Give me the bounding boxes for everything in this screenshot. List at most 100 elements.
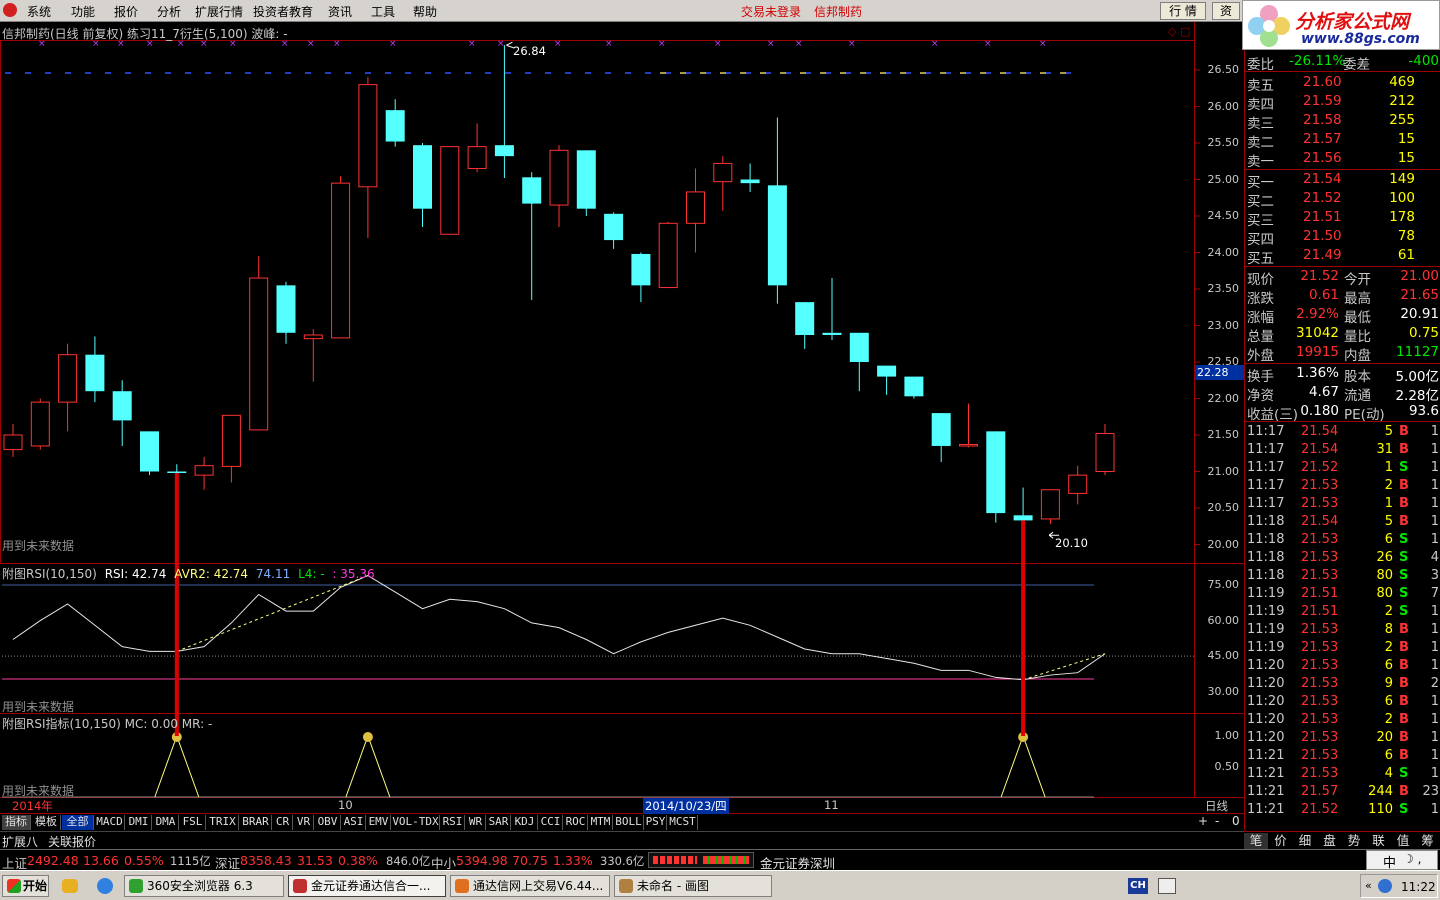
chart-area[interactable]: × × × × × × × × × × × × × × × × × × × × × × × 信邦制药(日线 前复权) 练习1… <box>0 22 1244 814</box>
login-status[interactable]: 交易未登录 <box>741 3 801 20</box>
quote-tab-1[interactable]: 价 <box>1269 833 1293 849</box>
indicator-tab-cr[interactable]: CR <box>273 815 293 830</box>
chart-canvas[interactable]: × × × × × × × × × × × × × × × × × × × × × × × <box>0 22 1244 814</box>
tick-price: 21.51 <box>1301 586 1339 601</box>
candle-body <box>959 443 978 447</box>
stat-value: 93.6 <box>1408 403 1439 419</box>
menu-investor-edu[interactable]: 投资者教育 <box>253 3 313 20</box>
stat-value: 4.67 <box>1308 384 1339 400</box>
indicator-tab-sar[interactable]: SAR <box>487 815 511 830</box>
tick-price: 21.57 <box>1301 784 1339 799</box>
quote-tab-2[interactable]: 细 <box>1293 833 1317 849</box>
tray-app-icon[interactable] <box>1158 878 1176 894</box>
zoom-reset-button[interactable]: 0 <box>1232 814 1240 828</box>
bid-volume: 100 <box>1389 190 1415 206</box>
indicator-tab-vr[interactable]: VR <box>294 815 314 830</box>
candle-body <box>140 431 159 472</box>
candle-body <box>877 365 897 377</box>
task-paint[interactable]: 未命名 - 画图 <box>614 875 772 897</box>
ask-volume: 15 <box>1397 150 1415 166</box>
tick-count: 1 <box>1430 424 1439 439</box>
quicklaunch-ie-icon[interactable] <box>97 878 113 894</box>
task-tdx-main[interactable]: 金元证券通达信合一... <box>288 875 446 897</box>
indicator-tab-emv[interactable]: EMV <box>367 815 391 830</box>
period-label[interactable]: 日线 <box>1205 798 1228 814</box>
candle-body <box>249 277 269 431</box>
quote-tab-5[interactable]: 联 <box>1367 833 1391 849</box>
task-browser[interactable]: 360安全浏览器 6.3 <box>124 875 284 897</box>
indicator-tab-指标[interactable]: 指标 <box>2 815 31 830</box>
candle-body <box>303 334 323 340</box>
quote-tab-0[interactable]: 笔 <box>1244 833 1268 849</box>
indicator-tab-rsi[interactable]: RSI <box>441 815 465 830</box>
tray-expand-icon[interactable]: « <box>1365 879 1372 892</box>
indicator-tab-macd[interactable]: MACD <box>95 815 125 830</box>
menu-help[interactable]: 帮助 <box>413 3 437 20</box>
indicator-tab-kdj[interactable]: KDJ <box>512 815 538 830</box>
indicator-tab-mtm[interactable]: MTM <box>589 815 613 830</box>
bid-row: 买四 21.50 78 <box>1245 227 1440 248</box>
indicator-tab-psy[interactable]: PSY <box>645 815 667 830</box>
indicator-tab-brar[interactable]: BRAR <box>240 815 272 830</box>
stat-label: 量比 <box>1344 329 1371 345</box>
ime-moon-icon[interactable]: ☽ , <box>1403 852 1421 866</box>
menu-system[interactable]: 系统 <box>27 3 51 20</box>
menu-function[interactable]: 功能 <box>71 3 95 20</box>
tick-volume: 2 <box>1384 478 1393 493</box>
indicator-tab-模板[interactable]: 模板 <box>32 815 61 830</box>
tick-time: 11:18 <box>1247 550 1285 565</box>
ask-row: 卖一 21.56 15 <box>1245 149 1440 170</box>
chart-window-icons[interactable]: ◇ ▢ <box>1168 25 1194 38</box>
indicator-tab-dma[interactable]: DMA <box>153 815 179 830</box>
tray-network-icon[interactable] <box>1378 879 1392 893</box>
sig-header: 附图RSI指标(10,150) MC: 0.00 MR: - <box>2 717 213 731</box>
quote-tab-button[interactable]: 行 情 <box>1160 2 1206 20</box>
indicator-tab-全部[interactable]: 全部 <box>62 815 94 830</box>
menu-tools[interactable]: 工具 <box>371 3 395 20</box>
language-indicator[interactable]: CH <box>1128 878 1148 894</box>
tab-ext-eight[interactable]: 扩展八 <box>2 833 38 850</box>
zoom-out-button[interactable]: - <box>1215 814 1219 828</box>
candle-body <box>904 376 924 397</box>
trade-tab-button[interactable]: 资 <box>1212 2 1240 20</box>
start-label: 开始 <box>23 879 48 893</box>
indicator-tab-wr[interactable]: WR <box>466 815 486 830</box>
tick-volume: 6 <box>1384 694 1393 709</box>
indicator-tab-obv[interactable]: OBV <box>315 815 341 830</box>
tick-volume: 26 <box>1376 550 1393 565</box>
tab-related-quote[interactable]: 关联报价 <box>48 833 96 850</box>
task-tdx-trade[interactable]: 通达信网上交易V6.44... <box>450 875 610 897</box>
system-tray: « 11:22 <box>1360 874 1438 898</box>
ime-bar[interactable]: 中 ☽ , <box>1366 850 1438 871</box>
quote-tab-3[interactable]: 盘 <box>1318 833 1342 849</box>
start-button[interactable]: 开始 <box>2 875 49 897</box>
menu-news[interactable]: 资讯 <box>328 3 352 20</box>
indicator-tab-boll[interactable]: BOLL <box>614 815 644 830</box>
indicator-tab-vol-tdx[interactable]: VOL-TDX <box>392 815 440 830</box>
ime-mode[interactable]: 中 <box>1383 852 1396 871</box>
indicator-tab-mcst[interactable]: MCST <box>668 815 698 830</box>
candle-body <box>58 354 78 403</box>
tick-price: 21.54 <box>1301 424 1339 439</box>
tick-time: 11:21 <box>1247 766 1285 781</box>
quote-tab-4[interactable]: 势 <box>1342 833 1366 849</box>
zoom-in-button[interactable]: + <box>1198 814 1208 828</box>
menu-quote[interactable]: 报价 <box>114 3 138 20</box>
indicator-tab-dmi[interactable]: DMI <box>126 815 152 830</box>
indicator-tab-cci[interactable]: CCI <box>539 815 563 830</box>
tick-row: 11:21 21.57 244 B 23 <box>1245 783 1440 801</box>
indicator-tab-asi[interactable]: ASI <box>342 815 366 830</box>
indicator-tab-fsl[interactable]: FSL <box>180 815 206 830</box>
quicklaunch-app-icon[interactable] <box>62 879 78 893</box>
indicator-tab-trix[interactable]: TRIX <box>207 815 239 830</box>
tick-row: 11:20 21.53 6 B 1 <box>1245 693 1440 711</box>
menu-ext-market[interactable]: 扩展行情 <box>195 3 243 20</box>
stat-value: 20.91 <box>1400 306 1439 322</box>
tick-time: 11:17 <box>1247 460 1285 475</box>
tick-side: B <box>1399 442 1409 457</box>
rsi-tick-label: 45.00 <box>1207 649 1240 663</box>
quote-tab-7[interactable]: 筹 <box>1416 833 1440 849</box>
indicator-tab-roc[interactable]: ROC <box>564 815 588 830</box>
menu-analysis[interactable]: 分析 <box>157 3 181 20</box>
quote-tab-6[interactable]: 值 <box>1391 833 1415 849</box>
